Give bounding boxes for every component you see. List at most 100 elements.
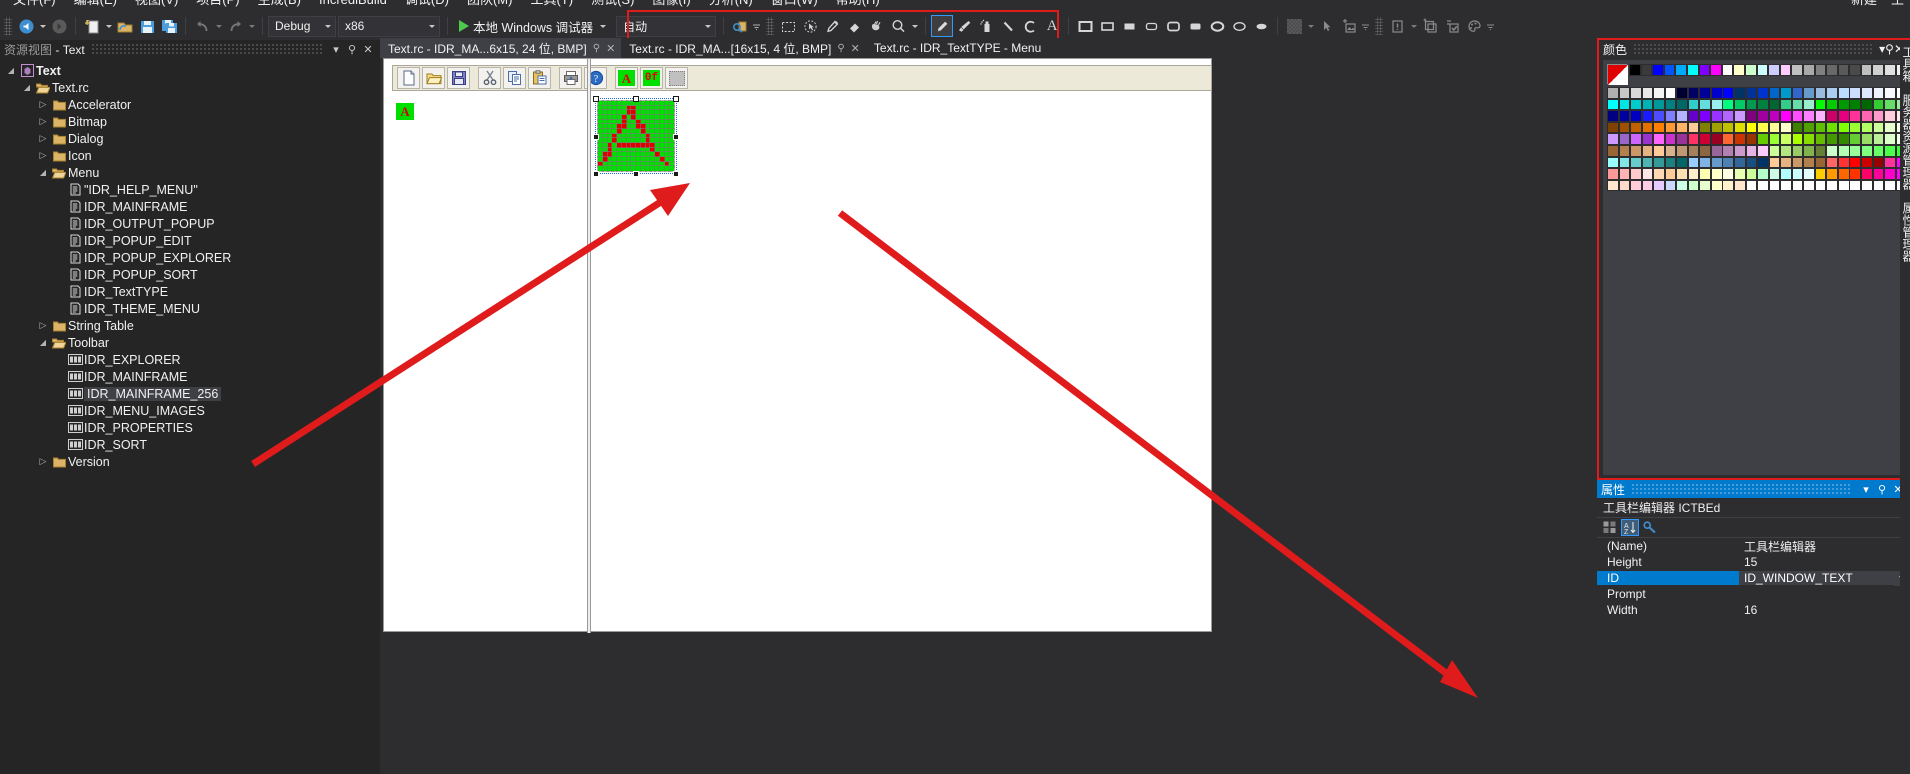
tree-item-stringtable[interactable]: ▷ String Table — [0, 317, 380, 334]
color-swatch[interactable] — [1803, 144, 1815, 157]
color-swatch[interactable] — [1745, 133, 1758, 145]
color-swatch[interactable] — [1653, 179, 1665, 192]
properties-object-selector[interactable]: 工具栏编辑器 ICTBEd — [1597, 497, 1910, 518]
color-swatch[interactable] — [1699, 168, 1711, 180]
color-swatch[interactable] — [1849, 179, 1862, 192]
tree-item-idr_help_menu[interactable]: "IDR_HELP_MENU" — [0, 181, 380, 198]
color-swatch[interactable] — [1710, 144, 1723, 157]
color-swatch[interactable] — [1861, 168, 1873, 180]
color-swatch[interactable] — [1872, 64, 1885, 76]
color-swatch[interactable] — [1664, 179, 1677, 192]
twisty-closed-icon[interactable]: ▷ — [36, 99, 50, 110]
color-swatch[interactable] — [1884, 110, 1896, 122]
vertical-tab-2[interactable]: 属性管理器 — [1900, 196, 1910, 268]
color-swatch[interactable] — [1734, 168, 1746, 180]
menubar-right-item-1[interactable]: 王 — [1891, 0, 1904, 12]
chevron-down-icon[interactable]: ▾ — [1858, 481, 1874, 497]
color-swatch[interactable] — [1675, 64, 1687, 76]
color-swatch[interactable] — [1803, 98, 1815, 111]
tree-item-idr_mainframe[interactable]: IDR_MAINFRAME — [0, 368, 380, 385]
glyph-icon[interactable]: 0f — [640, 67, 663, 89]
vertical-tab-1[interactable]: 服务器资源管理器 — [1900, 88, 1910, 196]
rect-bordered-icon[interactable] — [1096, 15, 1118, 37]
color-swatch[interactable] — [1630, 121, 1642, 134]
navigate-back-icon[interactable] — [15, 15, 37, 37]
copy-icon[interactable] — [503, 67, 526, 89]
palette-overflow[interactable] — [1485, 15, 1496, 37]
color-swatch[interactable] — [1676, 179, 1688, 192]
color-swatch[interactable] — [1791, 87, 1804, 99]
brush-icon[interactable] — [953, 15, 975, 37]
color-swatch[interactable] — [1618, 121, 1631, 134]
color-swatch[interactable] — [1630, 156, 1642, 169]
pin-icon[interactable]: ⚲ — [344, 41, 360, 57]
color-swatch[interactable] — [1734, 110, 1746, 122]
toolbar-grip[interactable] — [4, 17, 12, 35]
color-swatch[interactable] — [1756, 64, 1769, 76]
property-row-height[interactable]: Height 15 — [1597, 554, 1910, 570]
color-swatch[interactable] — [1687, 110, 1700, 122]
color-swatch[interactable] — [1861, 121, 1873, 134]
color-swatch[interactable] — [1618, 144, 1631, 157]
color-swatch[interactable] — [1757, 156, 1769, 169]
close-icon[interactable]: ✕ — [606, 42, 615, 55]
color-swatch[interactable] — [1676, 144, 1688, 157]
color-swatch[interactable] — [1664, 133, 1677, 145]
color-swatch[interactable] — [1872, 87, 1885, 99]
twisty-closed-icon[interactable]: ▷ — [36, 116, 50, 127]
color-swatch[interactable] — [1676, 121, 1688, 134]
redo-dropdown[interactable] — [246, 15, 257, 37]
color-swatch[interactable] — [1630, 133, 1642, 145]
color-swatch[interactable] — [1837, 87, 1850, 99]
color-swatch[interactable] — [1872, 156, 1885, 169]
zoom-dropdown[interactable] — [909, 15, 920, 37]
color-swatch[interactable] — [1814, 156, 1827, 169]
tree-item-menu[interactable]: ◢ Menu — [0, 164, 380, 181]
save-disk-icon[interactable] — [447, 67, 470, 89]
color-swatch[interactable] — [1607, 179, 1619, 192]
color-swatch[interactable] — [1791, 110, 1804, 122]
color-swatch[interactable] — [1884, 144, 1896, 157]
tree-item-textrc[interactable]: ◢ Text.rc — [0, 79, 380, 96]
color-swatch[interactable] — [1618, 110, 1631, 122]
color-swatch[interactable] — [1849, 64, 1861, 76]
color-swatch[interactable] — [1722, 110, 1735, 122]
menu-item-1[interactable]: 编辑(E) — [65, 0, 126, 12]
menubar-right-item-0[interactable]: 新建 — [1851, 0, 1877, 12]
menu-item-10[interactable]: 图像(I) — [643, 0, 699, 12]
color-swatch[interactable] — [1872, 168, 1885, 180]
pencil-icon[interactable] — [931, 15, 954, 37]
tree-item-bitmap[interactable]: ▷ Bitmap — [0, 113, 380, 130]
color-swatch[interactable] — [1640, 64, 1653, 76]
chevron-down-icon[interactable]: ▾ — [328, 41, 344, 57]
menu-item-0[interactable]: 文件(F) — [4, 0, 65, 12]
fill-icon[interactable] — [865, 15, 887, 37]
color-swatch[interactable] — [1618, 133, 1631, 145]
twisty-open-icon[interactable]: ◢ — [36, 338, 50, 347]
color-swatch[interactable] — [1780, 121, 1792, 134]
color-swatch[interactable] — [1630, 144, 1642, 157]
color-swatch[interactable] — [1814, 179, 1827, 192]
menu-item-13[interactable]: 帮助(H) — [827, 0, 889, 12]
color-swatch[interactable] — [1618, 98, 1631, 111]
new-image-icon[interactable] — [1338, 15, 1360, 37]
color-swatch[interactable] — [1803, 121, 1815, 134]
color-swatch[interactable] — [1826, 168, 1838, 180]
properties-grid[interactable]: (Name) 工具栏编辑器 Height 15 ID ID_WINDOW_TEXT Prom… — [1597, 538, 1910, 618]
color-swatch[interactable] — [1849, 168, 1862, 180]
color-swatch[interactable] — [1884, 168, 1896, 180]
auto-combo[interactable]: 自动 — [616, 15, 717, 37]
tree-item-accelerator[interactable]: ▷ Accelerator — [0, 96, 380, 113]
color-swatch[interactable] — [1607, 144, 1619, 157]
find-resource-overflow[interactable] — [751, 15, 762, 37]
color-swatch[interactable] — [1837, 168, 1850, 180]
color-swatch[interactable] — [1607, 156, 1619, 169]
color-swatch[interactable] — [1814, 121, 1827, 134]
color-swatch[interactable] — [1791, 64, 1803, 76]
color-swatch[interactable] — [1757, 98, 1769, 111]
color-swatch[interactable] — [1663, 64, 1676, 76]
color-swatch[interactable] — [1664, 87, 1677, 99]
color-swatch[interactable] — [1722, 156, 1735, 169]
color-swatch[interactable] — [1734, 179, 1746, 192]
color-swatch[interactable] — [1653, 144, 1665, 157]
